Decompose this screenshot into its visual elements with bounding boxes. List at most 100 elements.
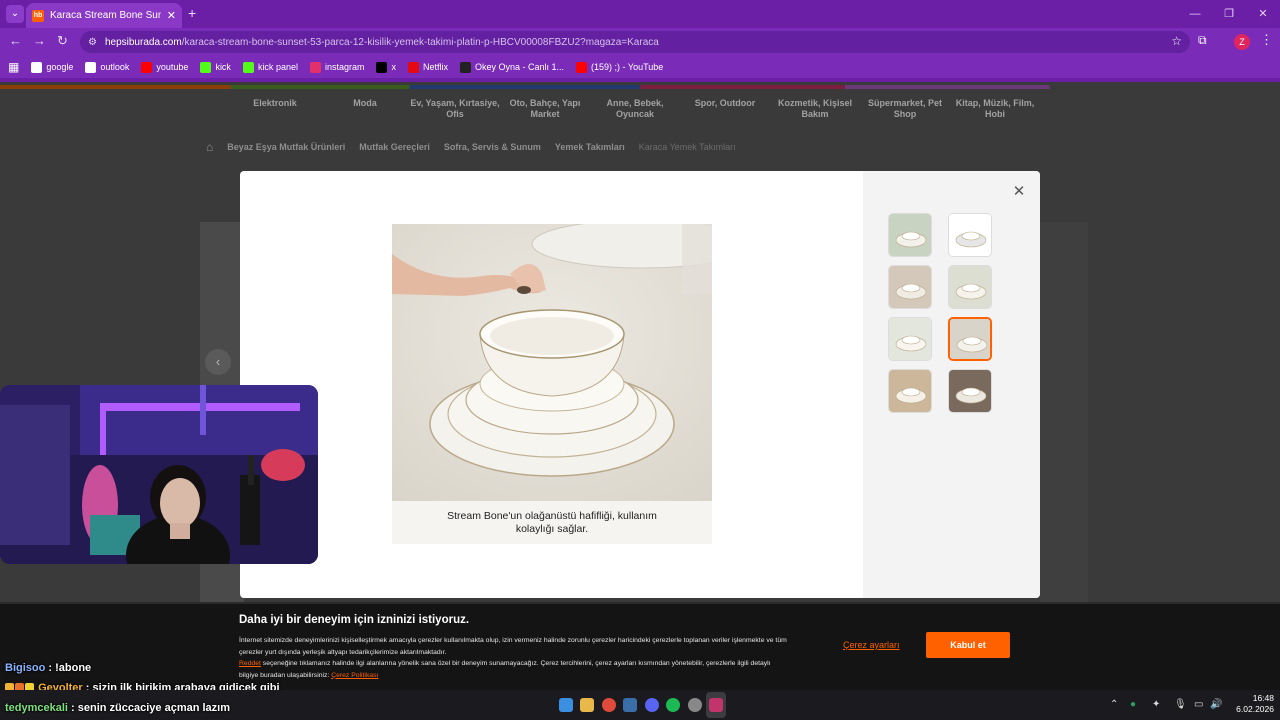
obs-icon[interactable] [688,698,702,712]
category-nav-item[interactable]: Kitap, Müzik, Film, Hobi [950,98,1040,120]
gallery-thumbnail[interactable] [948,265,992,309]
gallery-thumbnail[interactable] [888,369,932,413]
gallery-thumbnail[interactable] [888,265,932,309]
gallery-thumbnail[interactable] [888,317,932,361]
file-explorer-icon[interactable] [580,698,594,712]
gallery-thumbnail[interactable] [948,213,992,257]
breadcrumb-item[interactable]: Karaca Yemek Takımları [639,142,736,152]
gallery-thumbnail[interactable] [948,369,992,413]
thumbnail-image [949,370,991,412]
browser-toolbar: ← → ↻ ⚙ hepsiburada.com/karaca-stream-bo… [0,28,1280,56]
clock-time: 16:48 [1252,693,1274,703]
breadcrumb-item[interactable]: Mutfak Gereçleri [359,142,430,152]
address-bar[interactable]: ⚙ hepsiburada.com/karaca-stream-bone-sun… [80,31,1190,53]
cookie-policy-link[interactable]: Çerez Politikası [331,672,378,679]
thumbnail-image [949,214,991,256]
start-windows-icon[interactable] [559,698,573,712]
bookmark-star-icon[interactable]: ☆ [1171,34,1182,48]
bookmark-item[interactable]: google [31,61,74,73]
profile-avatar[interactable]: Z [1234,34,1250,50]
bookmark-item[interactable]: Okey Oyna - Canlı 1... [460,61,565,73]
apps-grid-icon[interactable]: ▦ [8,60,19,74]
category-nav-item[interactable]: Kozmetik, Kişisel Bakım [770,98,860,120]
menu-kebab-icon[interactable]: ⋮ [1260,32,1273,48]
bookmark-label: google [46,62,74,72]
webcam-overlay [0,385,318,564]
youtube-icon [141,61,153,73]
bookmark-item[interactable]: instagram [309,61,365,73]
window-controls: — ❐ ✕ [1178,0,1280,28]
tab-active[interactable]: hb Karaca Stream Bone Sunset 53 P ✕ [26,3,182,28]
url-path: /karaca-stream-bone-sunset-53-parca-12-k… [181,36,659,48]
system-clock[interactable]: 16:48 6.02.2026 [1224,693,1274,715]
bookmark-item[interactable]: youtube [141,61,188,73]
home-icon[interactable]: ⌂ [206,140,213,154]
carousel-prev-button[interactable]: ‹ [205,349,231,375]
chat-username: Bigisoo [5,662,46,674]
discord-icon[interactable] [645,698,659,712]
accept-cookies-button[interactable]: Kabul et [926,632,1010,658]
thumbnail-image [889,214,931,256]
chat-message: tedymcekali : senin züccaciye açman lazı… [5,702,230,714]
product-main-image: Stream Bone'un olağanüstü hafifliği, kul… [392,224,712,544]
bookmark-item[interactable]: (159) ;) - YouTube [576,61,663,73]
tray-steam-icon[interactable]: ✦ [1152,699,1160,710]
category-nav-item[interactable]: Elektronik [230,98,320,120]
steam-icon[interactable] [623,698,637,712]
reject-link[interactable]: Reddet [239,660,261,667]
chat-message: Bigisoo : !abone [5,662,91,674]
gallery-thumbnail[interactable] [948,317,992,361]
category-nav-item[interactable]: Ev, Yaşam, Kırtasiye, Ofis [410,98,500,120]
restore-icon[interactable]: ❐ [1212,0,1246,28]
gallery-thumbnail[interactable] [888,213,932,257]
cookie-text-secondary: seçeneğine tıklamanız halinde ilgi alanl… [239,660,771,679]
breadcrumb-item[interactable]: Beyaz Eşya Mutfak Ürünleri [227,142,345,152]
tray-chevron-icon[interactable]: ⌃ [1110,699,1118,710]
bookmark-label: Okey Oyna - Canlı 1... [475,62,565,72]
dinnerware-photo [392,224,712,501]
cookie-text-main: İnternet sitemizde deneyimlerinizi kişis… [239,637,787,656]
kick-icon [200,61,212,73]
netflix-icon [407,61,419,73]
bookmark-label: instagram [324,62,365,72]
forward-icon[interactable]: → [33,33,46,48]
category-nav-item[interactable]: Moda [320,98,410,120]
bookmark-label: x [391,62,396,72]
category-nav-item[interactable]: Oto, Bahçe, Yapı Market [500,98,590,120]
chrome-icon[interactable] [602,698,616,712]
kick-app-icon[interactable] [709,698,723,712]
cookie-text: İnternet sitemizde deneyimlerinizi kişis… [239,635,789,681]
spotify-icon[interactable] [666,698,680,712]
minimize-icon[interactable]: — [1178,0,1212,28]
thumbnail-grid [888,213,992,413]
breadcrumb-item[interactable]: Sofra, Servis & Sunum [444,142,541,152]
reload-icon[interactable]: ↻ [57,33,68,49]
microphone-icon[interactable]: 🎙 [1174,699,1187,710]
new-tab-button[interactable]: + [188,5,196,21]
volume-icon[interactable]: 🔊 [1210,699,1222,710]
bookmark-item[interactable]: kick panel [242,61,298,73]
bookmark-item[interactable]: x [376,61,396,73]
breadcrumb-item[interactable]: Yemek Takımları [555,142,625,152]
category-nav-item[interactable]: Spor, Outdoor [680,98,770,120]
bookmark-item[interactable]: Netflix [407,61,448,73]
chat-text: : !abone [45,662,92,674]
category-nav-item[interactable]: Süpermarket, Pet Shop [860,98,950,120]
extensions-icon[interactable]: ⧉ [1198,33,1207,48]
modal-close-icon[interactable]: ✕ [1010,183,1028,201]
bookmark-item[interactable]: outlook [85,61,129,73]
tab-close-icon[interactable]: ✕ [167,9,176,22]
network-icon[interactable]: ▭ [1194,699,1203,710]
close-window-icon[interactable]: ✕ [1246,0,1280,28]
bookmark-label: kick [215,62,231,72]
tab-search-icon[interactable]: ⌄ [6,5,24,23]
cookie-title: Daha iyi bir deneyim için izninizi istiy… [239,614,470,626]
bookmark-item[interactable]: kick [200,61,231,73]
caption-band: Stream Bone'un olağanüstü hafifliği, kul… [392,501,712,544]
category-nav-item[interactable]: Anne, Bebek, Oyuncak [590,98,680,120]
cookie-settings-link[interactable]: Çerez ayarları [843,640,900,650]
back-icon[interactable]: ← [9,33,22,48]
site-info-icon[interactable]: ⚙ [88,37,97,48]
bookmark-list: google outlook youtube kick kick panel instag… [31,61,663,73]
tray-app-icon[interactable]: ● [1130,699,1136,710]
